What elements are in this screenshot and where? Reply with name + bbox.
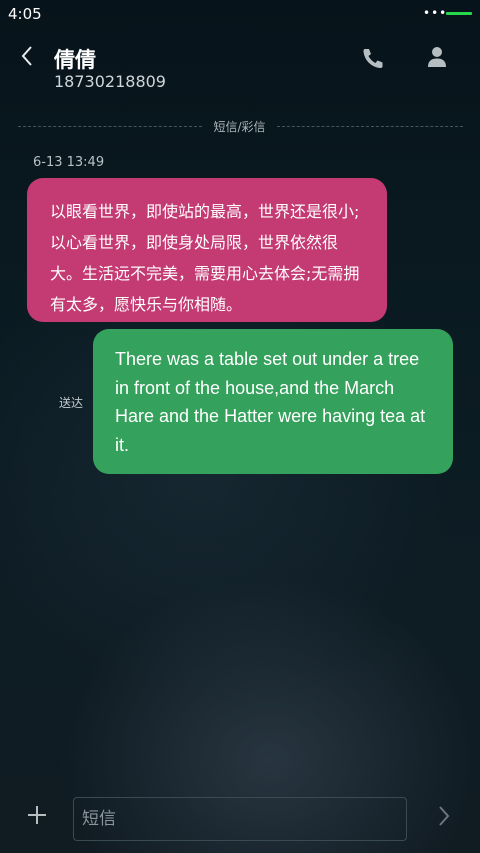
incoming-message-bubble[interactable]: 以眼看世界，即使站的最高，世界还是很小;以心看世界，即使身处局限，世界依然很大。… (27, 178, 387, 322)
delivery-status: 送达 (59, 396, 84, 410)
message-timestamp: 6-13 13:49 (33, 155, 105, 170)
more-dots-icon: ••• (423, 6, 448, 20)
status-bar: 4:05 ••• (0, 0, 480, 28)
battery-icon (446, 12, 472, 15)
contact-name: 倩倩 (54, 48, 96, 72)
divider-line (18, 126, 202, 127)
person-icon[interactable] (424, 45, 450, 69)
divider-line (277, 126, 463, 127)
contact-number: 18730218809 (54, 72, 166, 91)
status-time: 4:05 (8, 5, 42, 23)
conversation-type-label: 短信/彩信 (213, 120, 266, 134)
message-input[interactable] (73, 797, 407, 841)
outgoing-message-bubble[interactable]: There was a table set out under a tree i… (93, 329, 453, 474)
add-icon[interactable] (25, 803, 49, 827)
back-icon[interactable] (16, 44, 40, 68)
phone-icon[interactable] (360, 46, 386, 70)
send-icon[interactable] (434, 804, 454, 828)
